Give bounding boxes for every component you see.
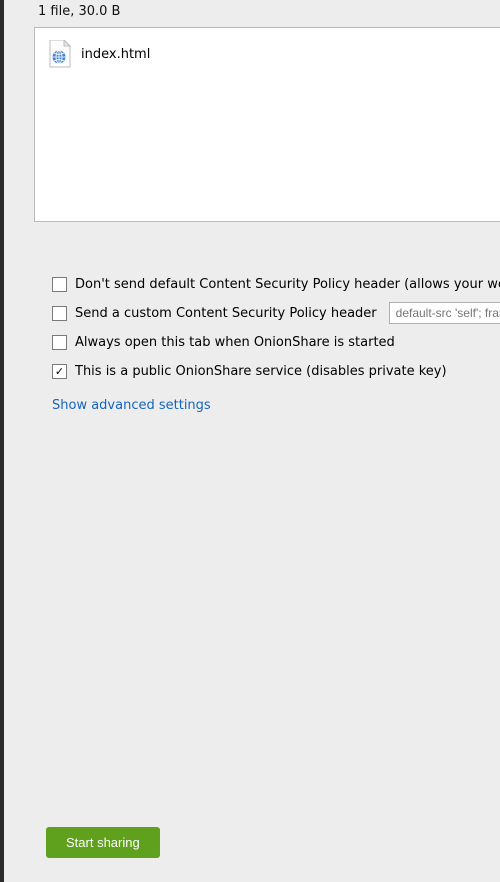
checkbox[interactable]: ✓	[52, 364, 67, 379]
checkbox[interactable]	[52, 277, 67, 292]
option-label: This is a public OnionShare service (dis…	[75, 364, 447, 379]
option-csp-default[interactable]: Don't send default Content Security Poli…	[52, 274, 500, 294]
option-label: Send a custom Content Security Policy he…	[75, 306, 377, 321]
option-always-open[interactable]: Always open this tab when OnionShare is …	[52, 332, 500, 352]
list-item[interactable]: index.html	[47, 40, 500, 68]
options-panel: Don't send default Content Security Poli…	[34, 274, 500, 413]
option-public-service[interactable]: ✓ This is a public OnionShare service (d…	[52, 361, 500, 381]
checkbox[interactable]	[52, 306, 67, 321]
file-list[interactable]: index.html	[34, 27, 500, 222]
file-name: index.html	[81, 47, 150, 62]
show-advanced-settings-link[interactable]: Show advanced settings	[52, 398, 500, 413]
html-file-icon	[47, 40, 71, 68]
start-sharing-button[interactable]: Start sharing	[46, 827, 160, 858]
option-csp-custom[interactable]: Send a custom Content Security Policy he…	[52, 303, 500, 323]
checkbox[interactable]	[52, 335, 67, 350]
file-summary: 1 file, 30.0 B	[34, 4, 500, 19]
option-label: Always open this tab when OnionShare is …	[75, 335, 395, 350]
csp-input[interactable]	[389, 302, 500, 324]
option-label: Don't send default Content Security Poli…	[75, 277, 500, 292]
